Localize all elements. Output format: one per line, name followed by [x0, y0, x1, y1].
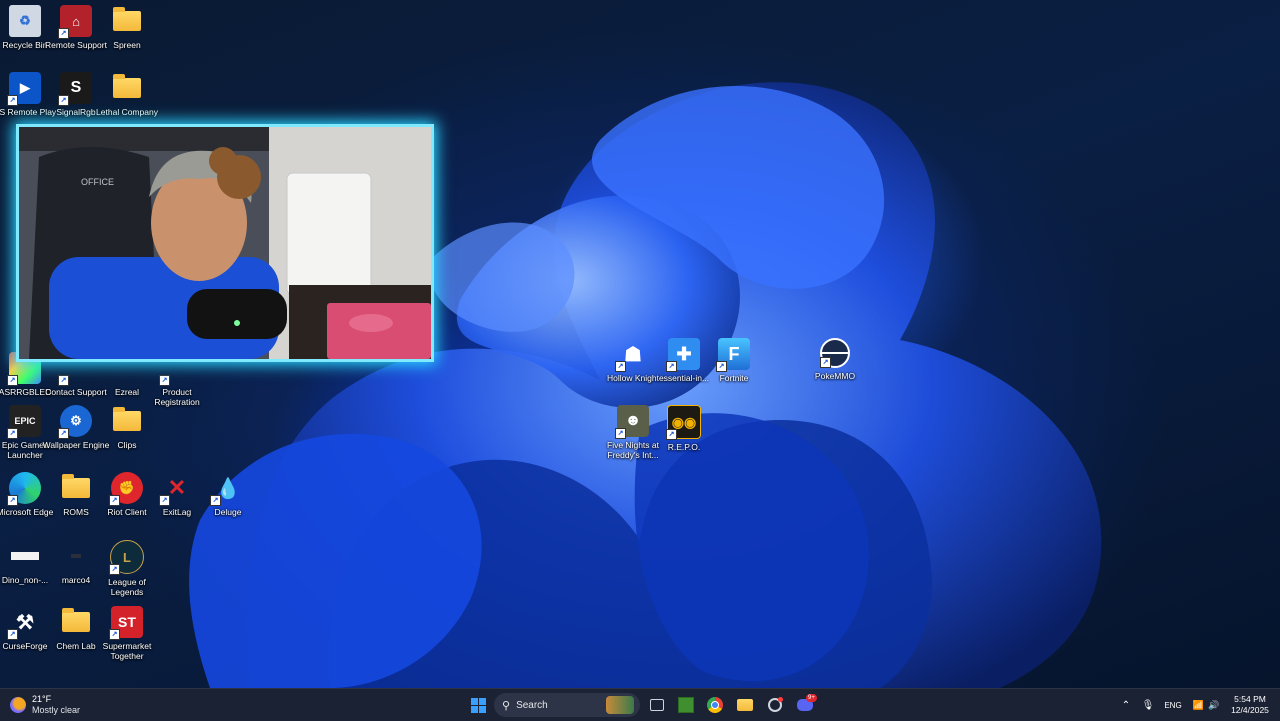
- weather-description: Mostly clear: [32, 705, 81, 715]
- folder-icon: [60, 606, 92, 638]
- icon-repo[interactable]: ◉◉ ↗ R.E.P.O.: [653, 405, 715, 452]
- microphone-icon: 🎙: [1141, 699, 1155, 711]
- search-icon: ⚲: [502, 699, 511, 712]
- chair-brand-text: OFFICE: [81, 177, 114, 187]
- marco4-icon: [60, 540, 92, 572]
- chrome-icon: [707, 697, 723, 713]
- pokeball-icon: ↗: [820, 338, 850, 368]
- task-view-button[interactable]: [648, 689, 666, 721]
- wifi-icon: 📶: [1192, 699, 1204, 710]
- weather-icon: [10, 697, 26, 713]
- show-hidden-icons-button[interactable]: ⌃: [1118, 689, 1134, 721]
- recycle-bin-icon: ♻: [9, 5, 41, 37]
- riot-client-icon: ✊ ↗: [109, 472, 143, 506]
- webcam-feed-image: OFFICE: [19, 127, 431, 359]
- folder-icon: [60, 472, 92, 504]
- icon-supermarket-together[interactable]: ST ↗ Supermarket Together: [96, 606, 158, 661]
- volume-icon: 🔊: [1208, 699, 1220, 710]
- riot-notification-dot: [778, 697, 783, 702]
- deluge-icon: 💧 ↗: [210, 472, 244, 506]
- taskbar-app-file-explorer[interactable]: [734, 689, 756, 721]
- folder-icon: [111, 405, 143, 437]
- clock-date: 12/4/2025: [1231, 705, 1269, 715]
- clock-time: 5:54 PM: [1234, 694, 1266, 704]
- file-explorer-icon: [737, 699, 753, 711]
- ps-remote-play-icon: ▶ ↗: [7, 72, 41, 106]
- discord-badge: 9+: [806, 694, 817, 702]
- wallpaper-engine-icon: ⚙ ↗: [58, 405, 92, 439]
- taskbar-search[interactable]: ⚲ Search: [494, 693, 640, 717]
- dino-icon: [9, 540, 41, 572]
- language-label: ENG: [1164, 700, 1182, 710]
- supermarket-together-icon: ST ↗: [109, 606, 143, 640]
- folder-icon: [111, 5, 143, 37]
- icon-pokemmo[interactable]: ↗ PokeMMO: [804, 338, 866, 381]
- hollow-knight-icon: ☗ ↗: [615, 338, 649, 372]
- language-indicator[interactable]: ENG: [1160, 689, 1186, 721]
- clock[interactable]: 5:54 PM 12/4/2025: [1224, 689, 1276, 721]
- icon-spreen[interactable]: Spreen: [96, 5, 158, 50]
- taskbar-app-riot[interactable]: [764, 689, 786, 721]
- five-nights-icon: ☻ ↗: [615, 405, 649, 439]
- task-view-icon: [650, 699, 664, 711]
- league-of-legends-icon: L ↗: [109, 540, 144, 575]
- signalrgb-icon: S ↗: [58, 72, 92, 106]
- icon-fortnite[interactable]: F ↗ Fortnite: [703, 338, 765, 383]
- folder-icon: [111, 72, 143, 104]
- curseforge-icon: ⚒ ↗: [7, 606, 41, 640]
- taskbar-app-discord[interactable]: 9+: [794, 689, 817, 721]
- icon-deluge[interactable]: 💧 ↗ Deluge: [197, 472, 259, 517]
- taskbar-app-chrome[interactable]: [704, 689, 726, 721]
- chevron-up-icon: ⌃: [1121, 699, 1131, 711]
- webcam-overlay: OFFICE: [16, 124, 434, 362]
- weather-widget[interactable]: 21°F Mostly clear: [10, 689, 100, 721]
- search-placeholder: Search: [516, 699, 548, 711]
- essential-installer-icon: ✚ ↗: [666, 338, 700, 372]
- repo-icon: ◉◉ ↗: [666, 405, 701, 440]
- icon-clips[interactable]: Clips: [96, 405, 158, 450]
- microphone-status[interactable]: 🎙: [1140, 689, 1156, 721]
- start-button[interactable]: [466, 689, 490, 721]
- network-volume-tray[interactable]: 📶 🔊: [1190, 689, 1222, 721]
- weather-temperature: 21°F: [32, 694, 52, 704]
- edge-icon: ↗: [7, 472, 41, 506]
- minecraft-icon: [678, 697, 694, 713]
- fortnite-icon: F ↗: [716, 338, 750, 372]
- taskbar-app-minecraft[interactable]: [676, 689, 696, 721]
- taskbar: 21°F Mostly clear ⚲ Search 9+ ⌃ 🎙 ENG 📶 …: [0, 688, 1280, 721]
- exitlag-icon: ✕ ↗: [159, 472, 193, 506]
- icon-league-of-legends[interactable]: L ↗ League of Legends: [96, 540, 158, 597]
- search-highlight-icon: [606, 696, 634, 714]
- epic-games-icon: EPIC ↗: [7, 405, 41, 439]
- remote-support-icon: ⌂ ↗: [58, 5, 92, 39]
- desktop[interactable]: ♻ Recycle Bin ▶ ↗ PS Remote Play ↗ ASRRGB…: [0, 0, 1280, 688]
- windows-logo-icon: [470, 697, 486, 713]
- icon-lethal-company[interactable]: Lethal Company: [96, 72, 158, 117]
